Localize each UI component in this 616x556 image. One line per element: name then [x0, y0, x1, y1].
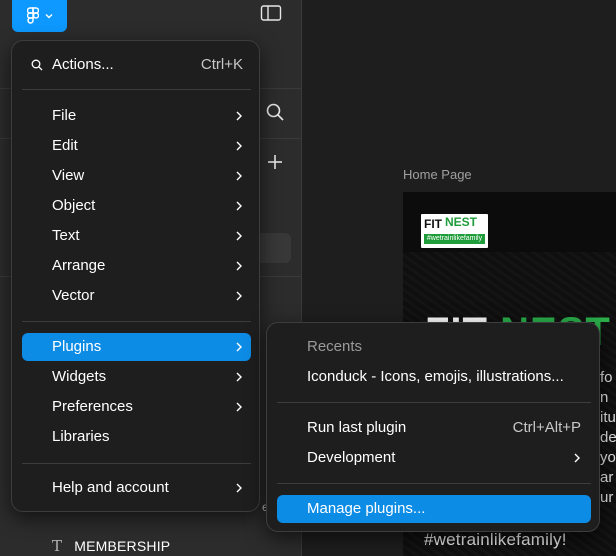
menu-item-label: Help and account [52, 479, 169, 496]
chevron-right-icon [236, 342, 242, 352]
layer-row-membership[interactable]: T MEMBERSHIP [52, 537, 170, 555]
chevron-right-icon [236, 201, 242, 211]
fitnest-logo: FIT NEST #wetrainlikefamily [421, 214, 488, 248]
hero-paragraph-line: itu [600, 409, 616, 426]
menu-item-label: Preferences [52, 398, 133, 415]
chevron-right-icon [236, 291, 242, 301]
hero-paragraph-line: ar [600, 469, 614, 486]
menu-item-shortcut: Ctrl+Alt+P [512, 419, 581, 436]
menu-item-label: View [52, 167, 85, 184]
chevron-right-icon [236, 402, 242, 412]
menu-item-label: Widgets [52, 368, 107, 385]
chevron-down-icon [45, 14, 52, 19]
menu-item-label: Text [52, 227, 80, 244]
hero-paragraph-line: ur [600, 489, 614, 506]
menu-divider [22, 463, 251, 464]
menu-item-label: Actions... [52, 56, 114, 73]
panel-toggle-icon[interactable] [260, 3, 282, 23]
menu-item-libraries[interactable]: Libraries [22, 423, 251, 451]
hero-paragraph-line: fo [600, 369, 613, 386]
panel-input[interactable] [255, 233, 291, 263]
hero-paragraph: fo n itu de yo ar ur [600, 368, 616, 508]
menu-item-label: Vector [52, 287, 95, 304]
menu-item-label: Libraries [52, 428, 110, 445]
menu-item-run-last-plugin[interactable]: Run last plugin Ctrl+Alt+P [277, 414, 591, 442]
frame-label[interactable]: Home Page [403, 167, 472, 182]
menu-divider [277, 402, 591, 403]
menu-item-help[interactable]: Help and account [22, 474, 251, 502]
chevron-right-icon [236, 372, 242, 382]
menu-item-recent-plugin[interactable]: Iconduck - Icons, emojis, illustrations.… [277, 363, 591, 391]
menu-item-plugins[interactable]: Plugins [22, 333, 251, 361]
menu-item-development[interactable]: Development [277, 444, 591, 472]
menu-item-label: Object [52, 197, 96, 214]
menu-item-view[interactable]: View [22, 162, 251, 190]
layer-label: MEMBERSHIP [74, 538, 171, 554]
main-menu: Actions... Ctrl+K File Edit View Object … [11, 40, 260, 512]
menu-item-widgets[interactable]: Widgets [22, 363, 251, 391]
menu-item-label: Iconduck - Icons, emojis, illustrations.… [307, 368, 564, 385]
menu-divider [22, 89, 251, 90]
recents-heading: Recents [277, 333, 591, 361]
logo-word-nest: NEST [445, 215, 478, 229]
menu-item-label: Manage plugins... [307, 500, 426, 517]
menu-item-vector[interactable]: Vector [22, 282, 251, 310]
menu-item-label: Arrange [52, 257, 106, 274]
menu-item-file[interactable]: File [22, 102, 251, 130]
menu-item-edit[interactable]: Edit [22, 132, 251, 160]
menu-item-label: File [52, 107, 77, 124]
figma-logo-icon [26, 7, 39, 24]
menu-item-manage-plugins[interactable]: Manage plugins... [277, 495, 591, 523]
hero-paragraph-line: de [600, 429, 616, 446]
hero-paragraph-line: yo [600, 449, 616, 466]
menu-divider [277, 483, 591, 484]
chevron-right-icon [236, 141, 242, 151]
chevron-right-icon [236, 261, 242, 271]
chevron-right-icon [574, 453, 580, 463]
logo-tagline: #wetrainlikefamily [424, 234, 485, 244]
menu-item-label: Edit [52, 137, 78, 154]
chevron-right-icon [236, 111, 242, 121]
menu-item-label: Development [307, 449, 396, 466]
hero-paragraph-line: n [600, 389, 609, 406]
chevron-right-icon [236, 231, 242, 241]
menu-item-preferences[interactable]: Preferences [22, 393, 251, 421]
chevron-right-icon [236, 171, 242, 181]
plus-icon[interactable] [266, 153, 284, 171]
plugins-submenu: Recents Iconduck - Icons, emojis, illust… [266, 322, 600, 532]
menu-item-object[interactable]: Object [22, 192, 251, 220]
menu-item-label: Plugins [52, 338, 102, 355]
chevron-right-icon [236, 483, 242, 493]
menu-item-shortcut: Ctrl+K [200, 56, 243, 73]
menu-divider [22, 321, 251, 322]
logo-word-fit: FIT [424, 217, 442, 231]
search-icon [31, 59, 43, 71]
menu-item-text[interactable]: Text [22, 222, 251, 250]
menu-item-label: Run last plugin [307, 419, 407, 436]
main-menu-button[interactable] [12, 0, 67, 32]
hashtag-text: #wetrainlikefamily! [424, 530, 567, 549]
recents-heading-label: Recents [307, 338, 363, 355]
search-icon[interactable] [265, 102, 285, 122]
menu-item-arrange[interactable]: Arrange [22, 252, 251, 280]
menu-item-actions[interactable]: Actions... Ctrl+K [22, 51, 251, 79]
text-type-icon: T [52, 537, 63, 555]
